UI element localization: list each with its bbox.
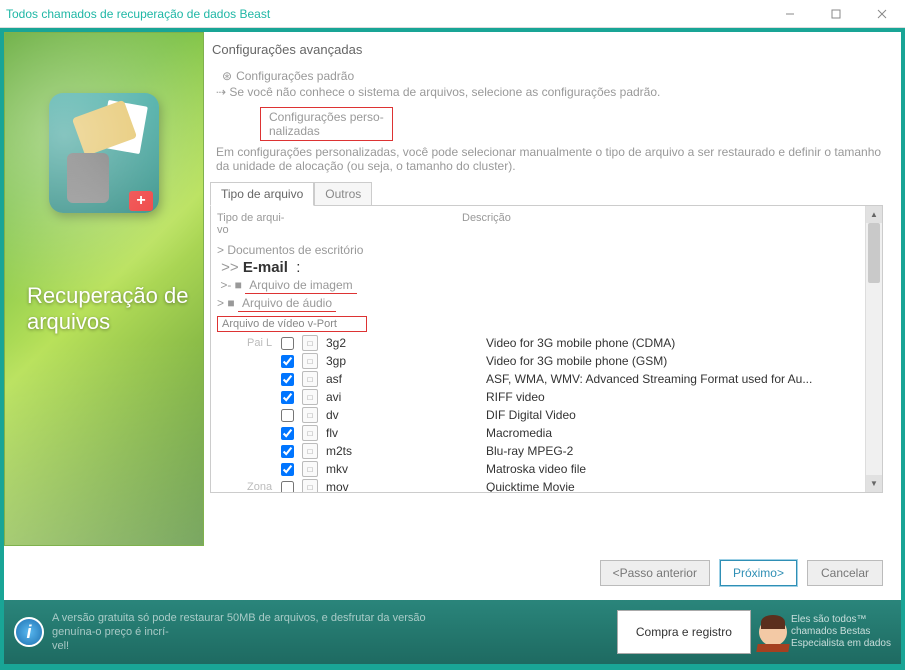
col-header-desc: Descrição	[462, 212, 859, 236]
next-button[interactable]: Próximo>	[720, 560, 797, 586]
file-icon: □	[302, 461, 318, 477]
row-desc: Video for 3G mobile phone (CDMA)	[486, 336, 675, 350]
file-icon: □	[302, 335, 318, 351]
window-controls	[767, 0, 905, 28]
mascot: Eles são todos™ chamados Bestas Especial…	[759, 614, 891, 650]
row-desc: Matroska video file	[486, 462, 586, 476]
radio-default-label: Configurações padrão	[236, 69, 354, 83]
list-header: Tipo de arqui- vo Descrição	[217, 212, 859, 242]
row-ext: avi	[326, 390, 486, 404]
table-row[interactable]: Zona □ movQuicktime Movie	[217, 478, 859, 492]
category-video[interactable]: Arquivo de vídeo v-Port	[217, 316, 367, 332]
table-row[interactable]: □ dvDIF Digital Video	[217, 406, 859, 424]
info-icon: i	[14, 617, 44, 647]
file-icon: □	[302, 389, 318, 405]
category-email[interactable]: >> E-mail :	[217, 258, 859, 277]
tab-others[interactable]: Outros	[314, 182, 372, 206]
mascot-text: Eles são todos™ chamados Bestas Especial…	[791, 614, 891, 650]
category-audio[interactable]: > ■ Arquivo de áudio	[217, 295, 859, 313]
table-row[interactable]: □ mkvMatroska video file	[217, 460, 859, 478]
row-desc: Quicktime Movie	[486, 480, 575, 492]
table-row[interactable]: □ m2tsBlu-ray MPEG-2	[217, 442, 859, 460]
table-row[interactable]: □ aviRIFF video	[217, 388, 859, 406]
content-panel: + Recuperação de arquivos Configurações …	[4, 32, 901, 600]
category-image[interactable]: >- ■ Arquivo de imagem	[217, 277, 859, 295]
buy-register-button[interactable]: Compra e registro	[617, 610, 751, 654]
maximize-button[interactable]	[813, 0, 859, 28]
footer-text: A versão gratuita só pode restaurar 50MB…	[52, 611, 432, 654]
row-desc: DIF Digital Video	[486, 408, 576, 422]
file-type-listbox: Tipo de arqui- vo Descrição > Documentos…	[210, 205, 883, 493]
file-icon: □	[302, 353, 318, 369]
tab-file-type[interactable]: Tipo de arquivo	[210, 182, 314, 206]
main-panel: Configurações avançadas ⊛ Configurações …	[204, 32, 901, 546]
row-checkbox[interactable]	[281, 391, 294, 404]
row-lead: Pai L	[247, 337, 281, 349]
scroll-thumb[interactable]	[868, 223, 880, 283]
row-checkbox[interactable]	[281, 355, 294, 368]
row-checkbox[interactable]	[281, 373, 294, 386]
cancel-button[interactable]: Cancelar	[807, 560, 883, 586]
file-icon: □	[302, 371, 318, 387]
row-checkbox[interactable]	[281, 337, 294, 350]
trash-icon	[67, 153, 109, 203]
previous-button[interactable]: <Passo anterior	[600, 560, 710, 586]
row-checkbox[interactable]	[281, 409, 294, 422]
row-ext: flv	[326, 426, 486, 440]
row-ext: m2ts	[326, 444, 486, 458]
row-ext: 3g2	[326, 336, 486, 350]
row-lead: Zona	[247, 481, 281, 492]
sidebar-hero-icon: +	[49, 93, 159, 213]
sidebar-title: Recuperação de arquivos	[27, 283, 193, 335]
row-ext: 3gp	[326, 354, 486, 368]
row-checkbox[interactable]	[281, 445, 294, 458]
row-desc: Video for 3G mobile phone (GSM)	[486, 354, 667, 368]
row-desc: ASF, WMA, WMV: Advanced Streaming Format…	[486, 372, 812, 386]
wizard-buttons: <Passo anterior Próximo> Cancelar	[4, 546, 901, 600]
titlebar: Todos chamados de recuperação de dados B…	[0, 0, 905, 28]
section-heading: Configurações avançadas	[212, 42, 891, 57]
scrollbar[interactable]: ▲ ▼	[865, 206, 882, 492]
tabs: Tipo de arquivo Outros	[210, 181, 891, 205]
row-desc: Blu-ray MPEG-2	[486, 444, 573, 458]
row-checkbox[interactable]	[281, 481, 294, 493]
radio-custom-settings[interactable]: Configurações perso- nalizadas	[260, 107, 393, 141]
table-row[interactable]: □ asfASF, WMA, WMV: Advanced Streaming Fo…	[217, 370, 859, 388]
table-row[interactable]: □ flvMacromedia	[217, 424, 859, 442]
row-desc: RIFF video	[486, 390, 545, 404]
minimize-button[interactable]	[767, 0, 813, 28]
footer-bar: i A versão gratuita só pode restaurar 50…	[4, 600, 901, 664]
row-checkbox[interactable]	[281, 463, 294, 476]
row-ext: mov	[326, 480, 486, 492]
app-frame: + Recuperação de arquivos Configurações …	[0, 28, 905, 670]
table-row[interactable]: Pai L □ 3g2Video for 3G mobile phone (CDMA…	[217, 334, 859, 352]
category-docs[interactable]: > Documentos de escritório	[217, 242, 859, 258]
row-checkbox[interactable]	[281, 427, 294, 440]
scroll-down-button[interactable]: ▼	[866, 475, 882, 492]
window-title: Todos chamados de recuperação de dados B…	[6, 7, 270, 21]
hint-custom: Em configurações personalizadas, você po…	[216, 145, 891, 173]
col-header-type: Tipo de arqui- vo	[217, 212, 462, 236]
row-ext: mkv	[326, 462, 486, 476]
row-desc: Macromedia	[486, 426, 552, 440]
file-icon: □	[302, 407, 318, 423]
file-icon: □	[302, 479, 318, 492]
radio-default-settings[interactable]: ⊛ Configurações padrão	[222, 69, 891, 83]
mascot-icon	[759, 618, 787, 646]
file-icon: □	[302, 443, 318, 459]
sidebar: + Recuperação de arquivos	[4, 32, 204, 546]
table-row[interactable]: □ 3gpVideo for 3G mobile phone (GSM)	[217, 352, 859, 370]
row-ext: asf	[326, 372, 486, 386]
close-button[interactable]	[859, 0, 905, 28]
medical-cross-icon: +	[129, 191, 153, 211]
file-icon: □	[302, 425, 318, 441]
hint-default: ⇢ Se você não conhece o sistema de arqui…	[216, 85, 891, 99]
row-ext: dv	[326, 408, 486, 422]
scroll-up-button[interactable]: ▲	[866, 206, 882, 223]
